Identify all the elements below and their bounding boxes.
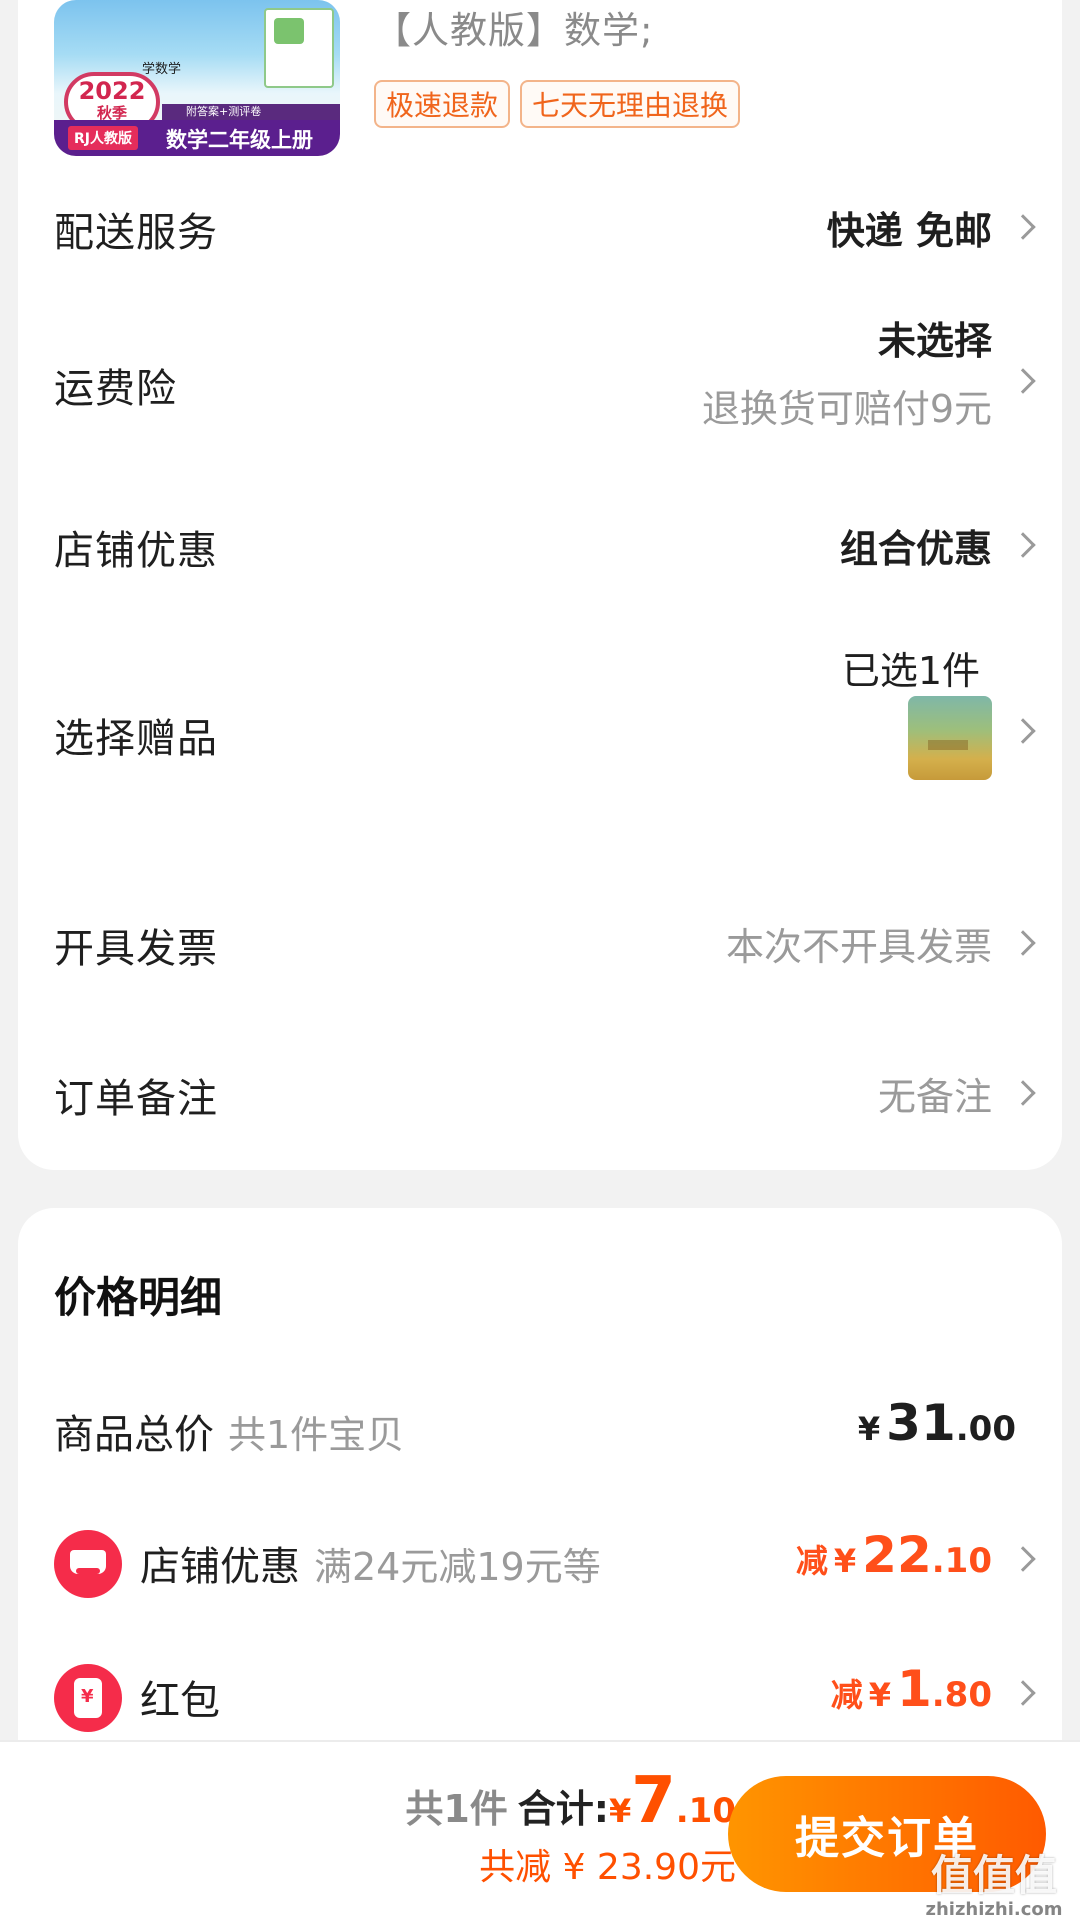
delivery-label: 配送服务	[54, 210, 218, 256]
store-discount-amount: 减 ¥22.10	[795, 1526, 992, 1584]
cover-answer-book	[264, 8, 334, 88]
product-thumbnail[interactable]: 学数学 附答案+测评卷 2022 秋季 RJ人教版 数学二年级上册	[54, 0, 340, 156]
chevron-right-icon	[1010, 214, 1036, 240]
order-summary: 共1件 合计:¥7.10 共减 ¥ 23.90元	[405, 1764, 736, 1890]
gift-row[interactable]: 选择赠品 已选1件	[18, 649, 1062, 816]
invoice-value: 本次不开具发票	[725, 925, 992, 969]
gift-label: 选择赠品	[54, 716, 218, 762]
price-row-total: 商品总价 共1件宝贝 ¥31.00	[18, 1392, 1062, 1472]
delivery-row[interactable]: 配送服务 快递 免邮	[18, 176, 1062, 272]
total-label: 合计:	[517, 1787, 609, 1831]
total-dec: .10	[675, 1791, 736, 1831]
insurance-label: 运费险	[54, 366, 177, 412]
remark-row[interactable]: 订单备注 无备注	[18, 1056, 1062, 1152]
tag-fast-refund: 极速退款	[374, 80, 511, 128]
total-price-label: 商品总价	[54, 1412, 214, 1458]
store-discount-price-label: 店铺优惠	[140, 1544, 300, 1590]
gift-thumbnail	[908, 696, 992, 780]
remark-label: 订单备注	[54, 1076, 218, 1122]
product-spec: 【人教版】数学;	[374, 9, 654, 52]
insurance-value: 未选择	[877, 319, 992, 363]
chevron-right-icon	[1010, 1680, 1036, 1706]
cover-strip: 附答案+测评卷	[162, 104, 340, 120]
cover-grade: 数学二年级上册	[166, 128, 313, 152]
watermark-logo: 值值值 zhizhizhi.com	[925, 1851, 1063, 1920]
total-price-amount: ¥31.00	[857, 1394, 1016, 1452]
cover-subtitle: 学数学	[142, 61, 182, 76]
store-discount-price-sub: 满24元减19元等	[314, 1545, 601, 1589]
red-packet-icon	[54, 1664, 122, 1732]
chevron-right-icon	[1010, 718, 1036, 744]
item-count: 共1件	[405, 1787, 508, 1831]
total-yen: ¥	[608, 1792, 632, 1830]
chevron-right-icon	[1010, 1080, 1036, 1106]
total-price-sub: 共1件宝贝	[228, 1413, 405, 1457]
insurance-sub: 退换货可赔付9元	[701, 387, 992, 431]
price-detail-title: 价格明细	[54, 1273, 223, 1322]
chevron-right-icon	[1010, 1546, 1036, 1572]
chevron-right-icon	[1010, 532, 1036, 558]
price-row-store-discount[interactable]: 店铺优惠 满24元减19元等 减 ¥22.10	[18, 1524, 1062, 1604]
store-discount-value: 组合优惠	[839, 527, 992, 571]
price-row-red-packet[interactable]: 红包 减¥1.80	[18, 1658, 1062, 1738]
store-discount-row[interactable]: 店铺优惠 组合优惠	[18, 496, 1062, 592]
tag-seven-day-return: 七天无理由退换	[520, 80, 741, 128]
chevron-right-icon	[1010, 930, 1036, 956]
delivery-value: 快递 免邮	[826, 209, 992, 253]
shop-icon	[54, 1530, 122, 1598]
shipping-insurance-row[interactable]: 运费险 未选择 退换货可赔付9元	[18, 310, 1062, 450]
chevron-right-icon	[1010, 368, 1036, 394]
invoice-label: 开具发票	[54, 926, 218, 972]
gift-value: 已选1件	[841, 649, 980, 693]
remark-value: 无备注	[877, 1075, 992, 1119]
total-saved: 共减 ¥ 23.90元	[479, 1847, 736, 1888]
cover-bottom-band: RJ人教版 数学二年级上册	[54, 120, 340, 156]
total-int: 7	[631, 1764, 676, 1838]
invoice-row[interactable]: 开具发票 本次不开具发票	[18, 906, 1062, 1002]
red-packet-amount: 减 ¥1.80	[830, 1660, 992, 1718]
cover-edition: RJ人教版	[68, 126, 138, 150]
store-discount-label: 店铺优惠	[54, 528, 218, 574]
order-info-card: 学数学 附答案+测评卷 2022 秋季 RJ人教版 数学二年级上册 【人教版】数…	[18, 0, 1062, 1170]
red-packet-label: 红包	[140, 1678, 220, 1724]
service-tags: 极速退款 七天无理由退换	[374, 80, 741, 128]
